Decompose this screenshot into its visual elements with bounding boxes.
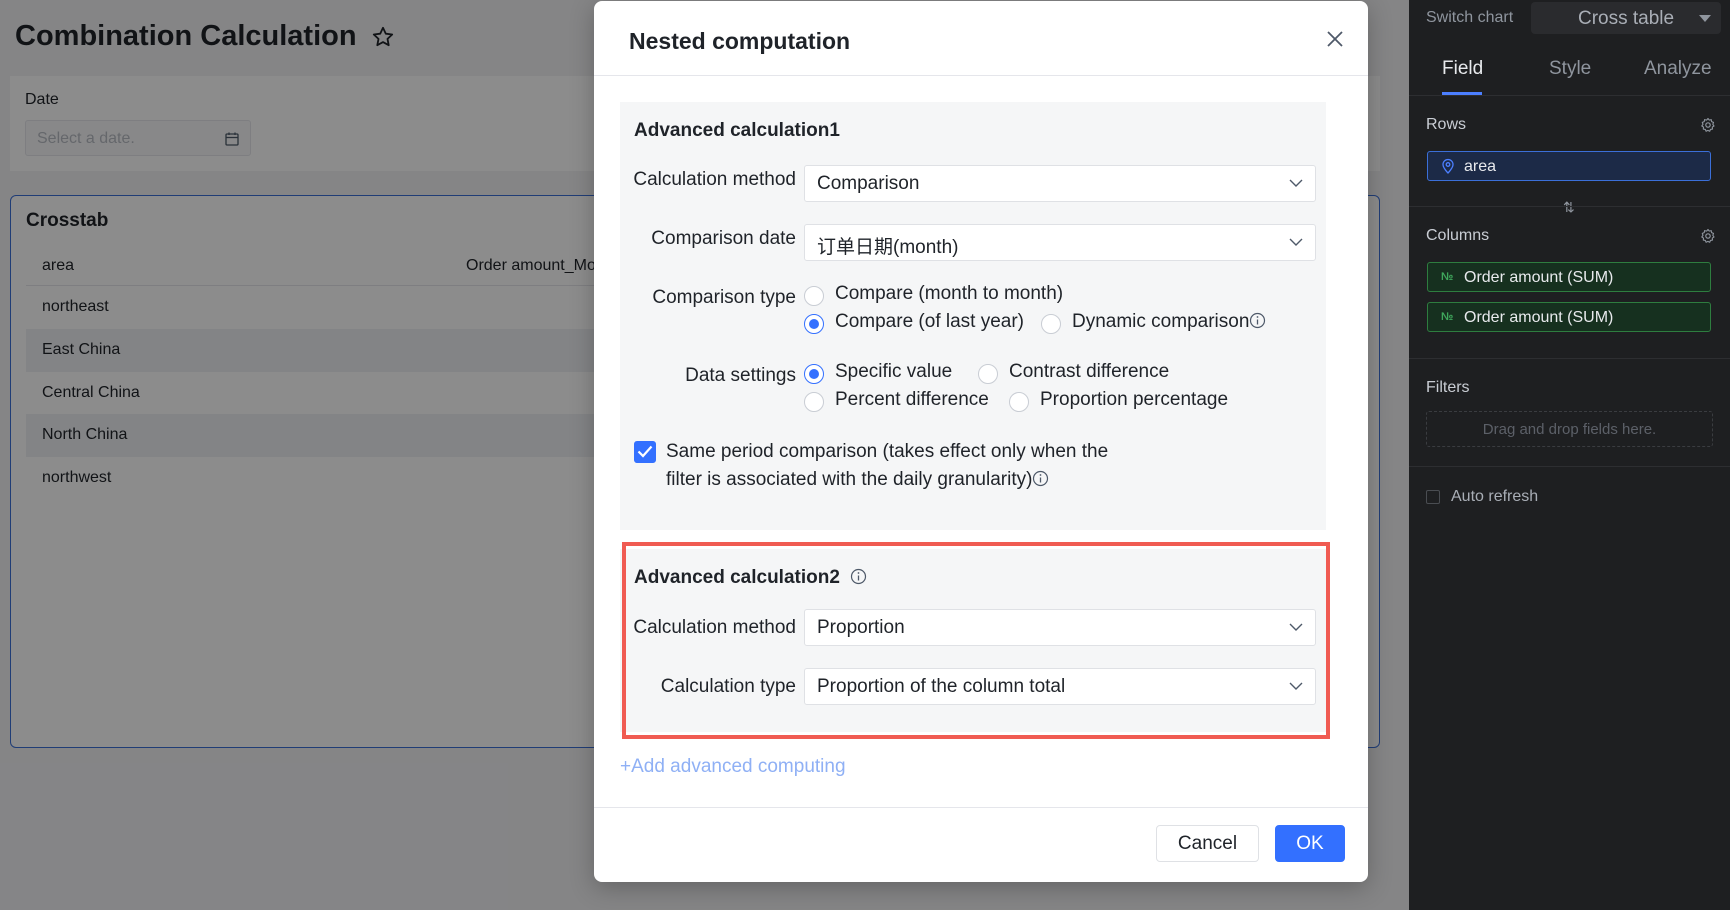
chart-type-select[interactable]: Cross table <box>1531 2 1721 34</box>
radio-dot <box>804 314 824 334</box>
number-icon: № <box>1441 311 1454 323</box>
radio-label: Dynamic comparison <box>1072 311 1266 333</box>
active-tab-indicator <box>1442 92 1482 95</box>
row-field-label: area <box>1464 158 1497 175</box>
radio-label: Compare (month to month) <box>835 283 1064 304</box>
highlight-annotation-box <box>622 542 1330 739</box>
tab-style[interactable]: Style <box>1549 58 1591 80</box>
auto-refresh-checkbox[interactable] <box>1426 490 1440 504</box>
location-pin-icon <box>1442 158 1454 174</box>
same-period-label: Same period comparison (takes effect onl… <box>666 438 1126 494</box>
radio-dot <box>978 364 998 384</box>
chart-type-value: Cross table <box>1578 8 1675 29</box>
radio-label: Percent difference <box>835 389 989 410</box>
calc1-method-label: Calculation method <box>633 169 796 190</box>
column-field-order-amount[interactable]: № Order amount (SUM) <box>1427 262 1711 292</box>
comparison-date-value: 订单日期(month) <box>817 237 959 258</box>
divider <box>1409 358 1730 359</box>
panel-tabs: Field Style Analyze <box>1409 42 1730 96</box>
radio-label: Contrast difference <box>1009 361 1170 382</box>
close-icon[interactable] <box>1324 28 1346 50</box>
advanced-calculation-1: Advanced calculation1 Calculation method… <box>620 102 1326 530</box>
tab-field[interactable]: Field <box>1442 58 1483 80</box>
radio-dot <box>804 364 824 384</box>
swap-icon[interactable]: ⇅ <box>1563 199 1575 216</box>
radio-dot <box>1041 314 1061 334</box>
column-field-order-amount[interactable]: № Order amount (SUM) <box>1427 302 1711 332</box>
filters-dropzone[interactable]: Drag and drop fields here. <box>1426 411 1713 447</box>
gear-icon[interactable] <box>1700 117 1716 133</box>
radio-dot <box>1009 392 1029 412</box>
chevron-down-icon <box>1289 179 1303 187</box>
dropzone-placeholder: Drag and drop fields here. <box>1482 421 1657 438</box>
comparison-date-label: Comparison date <box>651 228 796 249</box>
cancel-button[interactable]: Cancel <box>1156 825 1259 862</box>
comparison-type-label: Comparison type <box>652 287 796 308</box>
rows-label: Rows <box>1426 116 1467 133</box>
same-period-line-2: filter is associated with the daily gran… <box>666 466 1126 494</box>
config-panel: Switch chart Cross table Field Style Ana… <box>1409 0 1730 910</box>
auto-refresh-label: Auto refresh <box>1451 488 1539 505</box>
add-advanced-computing-link[interactable]: +Add advanced computing <box>620 756 846 778</box>
switch-chart-label: Switch chart <box>1426 9 1514 26</box>
comparison-date-select[interactable]: 订单日期(month) <box>804 224 1316 261</box>
divider <box>594 807 1368 808</box>
dialog-title: Nested computation <box>629 28 851 54</box>
filters-label: Filters <box>1426 379 1470 396</box>
radio-label: Specific value <box>835 361 953 382</box>
ok-button[interactable]: OK <box>1275 825 1345 862</box>
info-icon[interactable] <box>1249 312 1266 329</box>
divider <box>1409 466 1730 467</box>
calc1-title: Advanced calculation1 <box>634 120 840 141</box>
radio-dot <box>804 392 824 412</box>
columns-label: Columns <box>1426 227 1490 244</box>
data-settings-label: Data settings <box>685 365 796 386</box>
radio-label: Proportion percentage <box>1040 389 1229 410</box>
column-field-label: Order amount (SUM) <box>1464 269 1614 286</box>
column-field-label: Order amount (SUM) <box>1464 309 1614 326</box>
calc1-method-select[interactable]: Comparison <box>804 165 1316 202</box>
number-icon: № <box>1441 271 1454 283</box>
same-period-line-2-text: filter is associated with the daily gran… <box>666 469 1033 490</box>
info-icon[interactable] <box>1032 470 1049 487</box>
gear-icon[interactable] <box>1700 228 1716 244</box>
divider <box>594 75 1368 76</box>
chevron-down-icon <box>1289 238 1303 246</box>
checkmark-icon <box>637 445 653 458</box>
radio-label: Compare (of last year) <box>835 311 1025 332</box>
same-period-line-1: Same period comparison (takes effect onl… <box>666 441 1109 462</box>
calc1-method-value: Comparison <box>817 173 920 194</box>
same-period-checkbox[interactable] <box>634 441 656 463</box>
tab-analyze[interactable]: Analyze <box>1644 58 1712 80</box>
radio-label-text: Dynamic comparison <box>1072 311 1250 332</box>
row-field-area[interactable]: area <box>1427 151 1711 181</box>
caret-down-icon <box>1699 15 1711 22</box>
radio-dot <box>804 286 824 306</box>
divider <box>1409 206 1730 207</box>
nested-computation-dialog: Nested computation Advanced calculation1… <box>594 1 1368 882</box>
